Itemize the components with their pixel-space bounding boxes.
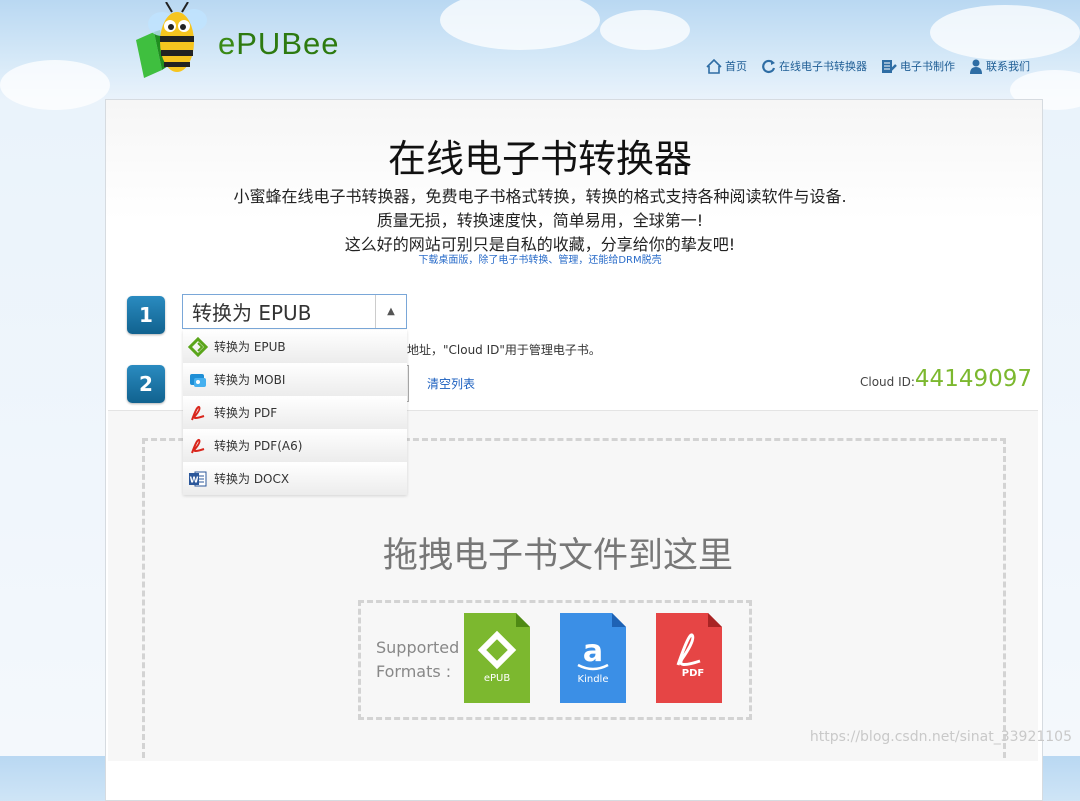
- background-cloud: [440, 0, 600, 50]
- chevron-updown-icon: ▲: [375, 295, 406, 328]
- svg-text:a: a: [583, 634, 603, 669]
- refresh-icon: [762, 59, 776, 73]
- format-option-pdf-a6[interactable]: 转换为 PDF(A6): [183, 429, 407, 462]
- kindle-format-icon: a Kindle: [560, 613, 626, 703]
- supported-formats-label: Supported Formats :: [376, 638, 460, 681]
- svg-text:W: W: [190, 475, 199, 484]
- svg-text:ePUB: ePUB: [484, 673, 511, 684]
- background-cloud: [0, 60, 110, 110]
- background-cloud: [930, 5, 1080, 60]
- svg-text:PDF: PDF: [682, 668, 704, 679]
- document-edit-icon: [882, 60, 897, 73]
- bee-logo-icon: [136, 1, 207, 78]
- description-line: 小蜜蜂在线电子书转换器，免费电子书格式转换，转换的格式支持各种阅读软件与设备.: [233, 187, 847, 206]
- format-option-epub[interactable]: 转换为 EPUB: [183, 330, 407, 363]
- format-option-pdf[interactable]: 转换为 PDF: [183, 396, 407, 429]
- drop-zone-text: 拖拽电子书文件到这里: [382, 536, 733, 576]
- pdf-icon: [191, 405, 205, 420]
- background-cloud: [600, 10, 690, 50]
- page-title: 在线电子书转换器: [387, 137, 692, 181]
- clear-list-link[interactable]: 清空列表: [427, 375, 475, 392]
- cloud-id-value: 44149097: [914, 366, 1032, 392]
- user-icon: [970, 59, 982, 74]
- nav-contact[interactable]: 联系我们: [969, 58, 1030, 74]
- step-1-badge: 1: [127, 296, 165, 334]
- epub-icon: [188, 336, 208, 357]
- desktop-download-link[interactable]: 下载桌面版，除了电子书转换、管理，还能给DRM脱壳: [0, 251, 1080, 266]
- step-2-badge: 2: [127, 365, 165, 403]
- format-option-docx[interactable]: W 转换为 DOCX: [183, 462, 407, 495]
- cloud-id-hint: 载地址，"Cloud ID"用于管理电子书。: [395, 343, 601, 357]
- nav-ebook-maker[interactable]: 电子书制作: [881, 58, 955, 74]
- format-select[interactable]: 转换为 EPUB ▲: [182, 294, 407, 329]
- format-dropdown-list: 转换为 EPUB 转换为 MOBI 转换为 PDF 转换为 PDF(A6) W …: [183, 330, 407, 495]
- cloud-id-label: Cloud ID:: [860, 375, 915, 389]
- format-select-value: 转换为 EPUB: [192, 301, 312, 325]
- pdf-format-icon: PDF: [656, 613, 722, 703]
- description-line: 质量无损，转换速度快，简单易用，全球第一!: [376, 211, 704, 230]
- nav-converter[interactable]: 在线电子书转换器: [761, 58, 867, 74]
- mobi-icon: [190, 373, 206, 387]
- top-nav: 首页 在线电子书转换器 电子书制作 联系我们: [706, 58, 1030, 74]
- format-option-mobi[interactable]: 转换为 MOBI: [183, 363, 407, 396]
- svg-text:Kindle: Kindle: [578, 674, 609, 685]
- word-icon: W: [189, 471, 207, 486]
- cloud-id: Cloud ID:44149097: [860, 366, 1032, 392]
- nav-home[interactable]: 首页: [706, 58, 747, 74]
- epub-format-icon: ePUB: [464, 613, 530, 703]
- home-icon: [706, 58, 722, 74]
- pdf-icon: [191, 438, 205, 453]
- watermark-text: https://blog.csdn.net/sinat_33921105: [809, 729, 1072, 745]
- brand-name[interactable]: ePUBee: [218, 26, 339, 62]
